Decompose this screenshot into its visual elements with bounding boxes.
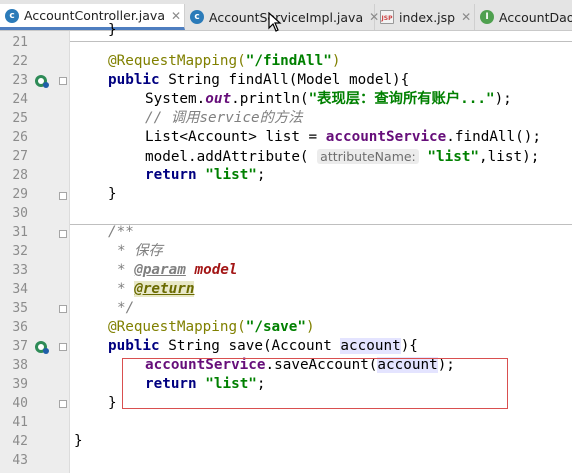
code-text: List<Account> list = accountService.find… [145,129,541,145]
line-number: 40 [12,396,28,411]
code-line: 34 * @return [0,280,572,299]
code-line: 32 * 保存 [0,242,572,261]
code-line: 38 accountService.saveAccount(account); [0,356,572,375]
code-line: 37 public String save(Account account){ [0,337,572,356]
fold-marker-icon[interactable] [59,305,67,313]
line-number: 38 [12,358,28,373]
code-text: public String findAll(Model model){ [108,72,410,88]
line-number: 32 [12,244,28,259]
code-text: accountService.saveAccount(account); [145,357,455,373]
code-text: return "list"; [145,167,266,183]
method-separator [70,41,572,42]
code-text: * 保存 [117,243,163,259]
code-line: 22 @RequestMapping("/findAll") [0,52,572,71]
jsp-file-icon: JSP [380,10,394,24]
line-number: 28 [12,168,28,183]
code-text: return "list"; [145,376,266,392]
code-text: @RequestMapping("/findAll") [108,53,341,69]
line-number: 25 [12,111,28,126]
code-line: 24 System.out.println("表现层：查询所有账户..."); [0,90,572,109]
line-number: 39 [12,377,28,392]
line-number: 33 [12,263,28,278]
class-icon: c [190,10,204,24]
tab-label: AccountDao [499,9,572,25]
code-line: 39 return "list"; [0,375,572,394]
close-icon[interactable]: ✕ [171,9,181,23]
code-text: System.out.println("表现层：查询所有账户..."); [145,91,512,107]
code-line: 27 model.addAttribute( attributeName: "l… [0,147,572,166]
close-icon[interactable]: ✕ [461,10,471,24]
code-text: /** [108,224,134,240]
line-number: 43 [12,453,28,468]
mouse-cursor-icon [268,12,282,32]
line-number: 27 [12,149,28,164]
code-line: 36 @RequestMapping("/save") [0,318,572,337]
code-line: 40 } [0,394,572,413]
tab-label: index.jsp [399,9,456,25]
line-number: 34 [12,282,28,297]
fold-marker-icon[interactable] [59,343,67,351]
line-number: 24 [12,92,28,107]
code-line: 42 } [0,432,572,451]
code-line: 29 } [0,185,572,204]
spring-bean-method-icon[interactable] [34,339,50,355]
fold-marker-icon[interactable] [59,400,67,408]
code-line: 35 */ [0,299,572,318]
editor-tab-bar: c AccountController.java ✕ c AccountServ… [0,0,572,31]
line-number: 36 [12,320,28,335]
line-number: 26 [12,130,28,145]
fold-marker-icon[interactable] [59,192,67,200]
code-line: 28 return "list"; [0,166,572,185]
code-line: 23 public String findAll(Model model){ [0,71,572,90]
code-text: } [74,433,83,449]
code-line: 31 /** [0,223,572,242]
line-number: 42 [12,434,28,449]
tab-account-controller[interactable]: c AccountController.java ✕ [0,4,185,30]
code-text: model.addAttribute( attributeName: "list… [145,149,540,165]
code-line: 43 [0,451,572,470]
tab-index-jsp[interactable]: JSP index.jsp ✕ [375,4,475,30]
code-text: */ [117,300,135,316]
line-number: 23 [12,73,28,88]
code-line: 26 List<Account> list = accountService.f… [0,128,572,147]
line-number: 37 [12,339,28,354]
parameter-hint: attributeName: [317,149,419,164]
tab-label: AccountController.java [24,8,165,23]
code-line: 21 } [0,22,572,52]
spring-bean-method-icon[interactable] [34,73,50,89]
line-number: 41 [12,415,28,430]
line-number: 31 [12,225,28,240]
class-icon: c [5,8,19,23]
code-text: } [108,186,117,202]
code-text: // 调用service的方法 [145,110,303,126]
code-line: 30 [0,204,572,223]
line-number: 21 [12,35,28,50]
tab-account-dao[interactable]: I AccountDao [475,4,572,30]
code-line: 41 [0,413,572,432]
line-number: 35 [12,301,28,316]
code-line: 33 * @param model [0,261,572,280]
fold-marker-icon[interactable] [59,230,67,238]
interface-icon: I [480,10,494,24]
line-number: 30 [12,206,28,221]
tab-label: AccountServiceImpl.java [209,9,364,25]
code-text: @RequestMapping("/save") [108,319,315,335]
code-text: } [108,395,117,411]
fold-marker-icon[interactable] [59,77,67,85]
code-line: 25 // 调用service的方法 [0,109,572,128]
code-text: * @return [117,281,195,297]
code-text: public String save(Account account){ [108,338,418,354]
line-number: 22 [12,54,28,69]
line-number: 29 [12,187,28,202]
method-separator [70,224,572,225]
code-text: * @param model [117,262,238,278]
